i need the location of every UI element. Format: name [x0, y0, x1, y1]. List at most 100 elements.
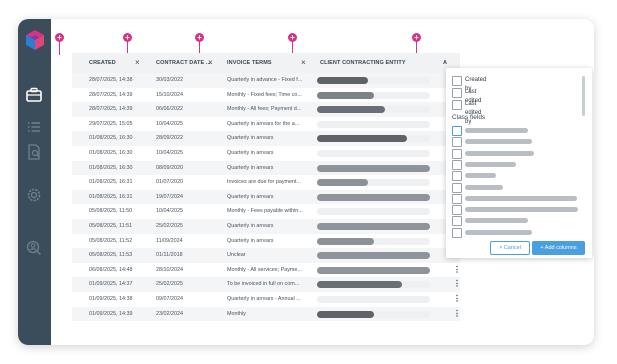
- list-icon[interactable]: [25, 118, 43, 136]
- class-field-label-redacted: [465, 195, 577, 201]
- column-header-created[interactable]: CREATED: [89, 53, 116, 73]
- table-row[interactable]: 28/07/2025, 14:39 06/06/2022 Monthly - All…: [72, 102, 460, 117]
- cell-contract-date: 06/06/2022: [156, 106, 183, 113]
- document-search-icon[interactable]: [25, 143, 43, 161]
- table-row[interactable]: 29/07/2025, 15:05 10/04/2025 Quarterly in …: [72, 117, 460, 132]
- cell-invoice-terms: Quarterly in arrears: [227, 164, 274, 171]
- table-row[interactable]: 01/09/2025, 14:37 25/02/2025 To be invoice…: [72, 277, 461, 292]
- cell-invoice-terms: Quarterly in arrears for the a...: [227, 120, 300, 127]
- app-logo-icon[interactable]: [25, 29, 45, 51]
- table-header: CREATED × CONTRACT DATE ... × INVOICE TE…: [72, 53, 460, 73]
- checkbox[interactable]: [452, 205, 462, 216]
- main-content: + + + + + CREATED × CONTRACT DATE ... × …: [51, 19, 594, 345]
- entity-redacted-bar: [317, 310, 374, 318]
- cell-contract-date: 11/09/2024: [156, 237, 183, 244]
- gear-icon[interactable]: [25, 186, 43, 204]
- contracts-table: CREATED × CONTRACT DATE ... × INVOICE TE…: [72, 53, 461, 322]
- cell-created: 05/08/2025, 11:50: [89, 208, 133, 215]
- row-more-icon[interactable]: ⋮: [453, 263, 461, 278]
- cell-created: 28/07/2025, 14:38: [89, 77, 133, 83]
- cell-contract-date: 15/10/2024: [156, 91, 183, 98]
- table-row[interactable]: 05/08/2025, 11:52 11/09/2024 Quarterly in …: [72, 234, 460, 249]
- cell-invoice-terms: Quarterly in arrears: [227, 193, 274, 200]
- checkbox[interactable]: [452, 88, 462, 98]
- table-row[interactable]: 05/08/2025, 11:51 25/02/2025 Quarterly in …: [72, 218, 460, 234]
- checkbox[interactable]: [452, 227, 462, 238]
- table-row[interactable]: 01/08/2025, 16:30 28/09/2022 Quarterly in …: [72, 131, 460, 146]
- checkbox[interactable]: [452, 100, 462, 110]
- cell-invoice-terms: Monthly - Fixed fees; Time co...: [227, 91, 302, 98]
- checkbox[interactable]: [452, 182, 462, 193]
- checkbox[interactable]: [452, 76, 462, 86]
- cell-created: 01/08/2025, 16:30: [89, 149, 133, 156]
- marker-line: [59, 41, 60, 55]
- entity-track: [317, 295, 430, 303]
- cell-invoice-terms: Quarterly in arrears: [227, 222, 274, 229]
- class-field-label-redacted: [465, 128, 528, 133]
- cell-created: 28/07/2025, 14:39: [89, 91, 133, 98]
- cell-created: 01/08/2025, 16:30: [89, 164, 133, 171]
- row-more-icon[interactable]: ⋮: [453, 307, 461, 322]
- table-row[interactable]: 28/07/2025, 14:39 15/10/2024 Monthly - Fix…: [72, 88, 460, 103]
- cell-contract-date: 28/10/2024: [156, 266, 183, 273]
- table-row[interactable]: 06/08/2025, 14:48 28/10/2024 Monthly - All…: [72, 263, 461, 278]
- briefcase-icon[interactable]: [25, 86, 43, 104]
- checkbox[interactable]: [452, 148, 462, 159]
- class-field-label-redacted: [465, 207, 578, 213]
- table-row[interactable]: 01/08/2025, 16:30 10/04/2025 Quarterly in …: [72, 146, 460, 161]
- cell-created: 06/08/2025, 14:48: [89, 266, 133, 273]
- table-row[interactable]: 05/08/2025, 11:50 10/04/2025 Monthly - Fee…: [72, 204, 460, 219]
- column-header-contract-date[interactable]: CONTRACT DATE ...: [156, 53, 211, 73]
- entity-redacted-bar: [317, 222, 430, 230]
- cell-contract-date: 23/02/2024: [156, 310, 183, 317]
- panel-scrollbar[interactable]: [582, 76, 585, 116]
- table-row[interactable]: 28/07/2025, 14:38 30/03/2022 Quarterly in …: [72, 73, 460, 88]
- table-row[interactable]: 01/08/2025, 16:31 01/07/2020 Invoices are …: [72, 175, 460, 190]
- entity-track: [317, 208, 430, 216]
- cell-invoice-terms: Quarterly in arrears: [227, 149, 274, 156]
- table-row[interactable]: 01/08/2025, 16:31 19/07/2024 Quarterly in …: [72, 189, 460, 205]
- table-row[interactable]: 01/08/2025, 16:30 08/09/2020 Quarterly in …: [72, 160, 460, 176]
- cell-contract-date: 30/03/2022: [156, 77, 183, 83]
- checkbox[interactable]: [452, 216, 462, 227]
- cell-invoice-terms: Monthly - All fees; Payment d...: [227, 106, 302, 113]
- entity-redacted-bar: [317, 252, 430, 260]
- class-field-label-redacted: [465, 150, 534, 156]
- cell-invoice-terms: Quarterly in arrears: [227, 135, 274, 142]
- cell-contract-date: 01/07/2020: [156, 179, 183, 186]
- class-field-label-redacted: [465, 173, 496, 179]
- checkbox[interactable]: [452, 159, 462, 170]
- class-field-label-redacted: [465, 218, 528, 224]
- entity-track: [317, 120, 430, 128]
- user-search-icon[interactable]: [25, 239, 43, 257]
- table-row[interactable]: 05/08/2025, 11:5301/11/2018Unclear⋮: [72, 248, 461, 263]
- cell-created: 01/09/2025, 14:37: [89, 281, 133, 288]
- column-header-invoice-terms[interactable]: INVOICE TERMS: [227, 53, 272, 73]
- add-columns-button[interactable]: + Add columns: [532, 241, 585, 255]
- checkbox[interactable]: [452, 171, 462, 182]
- remove-column-invoice-terms-icon[interactable]: ×: [301, 53, 306, 73]
- remove-column-created-icon[interactable]: ×: [135, 53, 140, 73]
- entity-redacted-bar: [317, 179, 368, 187]
- checkbox[interactable]: [452, 137, 462, 148]
- table-row[interactable]: 01/09/2025, 14:39 23/02/2024 Monthly ⋮: [72, 306, 461, 322]
- cancel-button[interactable]: × Cancel: [490, 241, 530, 255]
- cell-invoice-terms: Quarterly in advance - Fixed f...: [227, 77, 303, 83]
- remove-column-contract-date-icon[interactable]: ×: [208, 53, 213, 73]
- entity-redacted-bar: [317, 91, 374, 99]
- cell-invoice-terms: To be invoiced in full on com...: [227, 281, 300, 288]
- cell-invoice-terms: Quarterly in arrears - Annual ...: [227, 295, 301, 302]
- class-field-label-redacted: [465, 229, 532, 235]
- checkbox[interactable]: [452, 193, 462, 204]
- checkbox[interactable]: [452, 126, 462, 136]
- entity-redacted-bar: [317, 193, 430, 201]
- cell-created: 05/08/2025, 11:51: [89, 222, 133, 229]
- cell-invoice-terms: Unclear: [227, 252, 246, 259]
- entity-redacted-bar: [317, 237, 374, 245]
- row-more-icon[interactable]: ⋮: [453, 292, 461, 307]
- column-header-client-entity[interactable]: CLIENT CONTRACTING ENTITY: [320, 53, 406, 73]
- table-row[interactable]: 01/09/2025, 14:38 09/07/2024 Quarterly in …: [72, 292, 461, 307]
- cell-contract-date: 09/07/2024: [156, 295, 183, 302]
- row-more-icon[interactable]: ⋮: [453, 277, 461, 292]
- table-body: 28/07/2025, 14:38 30/03/2022 Quarterly in …: [72, 73, 461, 322]
